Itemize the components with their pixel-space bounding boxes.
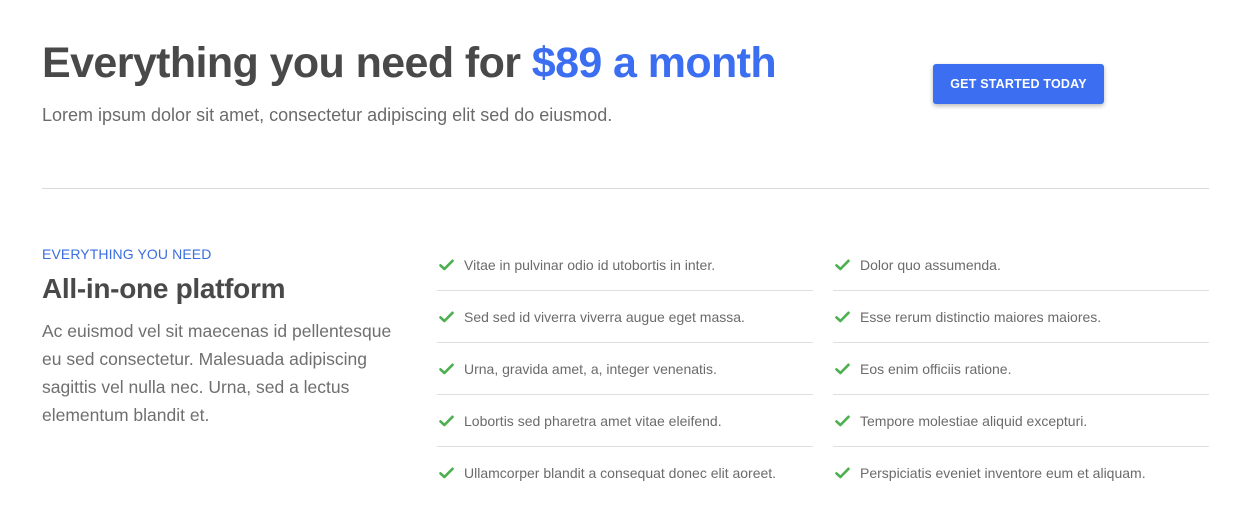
check-icon xyxy=(835,363,850,375)
feature-item: Eos enim officiis ratione. xyxy=(833,343,1209,395)
hero-subtitle: Lorem ipsum dolor sit amet, consectetur … xyxy=(42,105,613,125)
feature-item: Tempore molestiae aliquid excepturi. xyxy=(833,395,1209,447)
get-started-button[interactable]: GET STARTED TODAY xyxy=(933,64,1104,104)
feature-item: Perspiciatis eveniet inventore eum et al… xyxy=(833,447,1209,499)
feature-item: Esse rerum distinctio maiores maiores. xyxy=(833,291,1209,343)
section-description: Ac euismod vel sit maecenas id pellentes… xyxy=(42,321,392,425)
feature-text: Sed sed id viverra viverra augue eget ma… xyxy=(464,308,745,325)
feature-text: Esse rerum distinctio maiores maiores. xyxy=(860,308,1102,325)
section-eyebrow: EVERYTHING YOU NEED xyxy=(42,246,212,262)
feature-text: Dolor quo assumenda. xyxy=(860,256,1001,273)
section-title: All-in-one platform xyxy=(42,273,286,304)
feature-item: Ullamcorper blandit a consequat donec el… xyxy=(437,447,813,499)
platform-intro: EVERYTHING YOU NEED All-in-one platform … xyxy=(42,245,412,429)
feature-item: Lobortis sed pharetra amet vitae eleifen… xyxy=(437,395,813,447)
check-icon xyxy=(835,259,850,271)
feature-text: Perspiciatis eveniet inventore eum et al… xyxy=(860,465,1146,481)
section-divider xyxy=(42,188,1209,189)
check-icon xyxy=(835,311,850,323)
feature-list-right: Dolor quo assumenda. Esse rerum distinct… xyxy=(833,239,1209,499)
check-icon xyxy=(439,311,454,323)
check-icon xyxy=(439,259,454,271)
feature-text: Tempore molestiae aliquid excepturi. xyxy=(860,412,1088,429)
headline-price: $89 a month xyxy=(531,39,777,87)
check-icon xyxy=(439,415,454,427)
feature-text: Ullamcorper blandit a consequat donec el… xyxy=(464,465,777,481)
check-icon xyxy=(439,467,454,479)
headline-main-text: Everything you need for xyxy=(42,39,532,87)
hero-section: Everything you need for $89 a month Lore… xyxy=(42,38,902,129)
check-icon xyxy=(835,467,850,479)
feature-item: Dolor quo assumenda. xyxy=(833,239,1209,291)
feature-list-left: Vitae in pulvinar odio id utobortis in i… xyxy=(437,239,813,499)
feature-text: Eos enim officiis ratione. xyxy=(860,360,1012,377)
hero-headline: Everything you need for $89 a month xyxy=(42,38,902,88)
feature-item: Sed sed id viverra viverra augue eget ma… xyxy=(437,291,813,343)
check-icon xyxy=(835,415,850,427)
check-icon xyxy=(439,363,454,375)
feature-text: Urna, gravida amet, a, integer venenatis… xyxy=(464,360,717,377)
feature-text: Lobortis sed pharetra amet vitae eleifen… xyxy=(464,412,722,429)
feature-item: Vitae in pulvinar odio id utobortis in i… xyxy=(437,239,813,291)
feature-text: Vitae in pulvinar odio id utobortis in i… xyxy=(464,256,716,273)
feature-item: Urna, gravida amet, a, integer venenatis… xyxy=(437,343,813,395)
